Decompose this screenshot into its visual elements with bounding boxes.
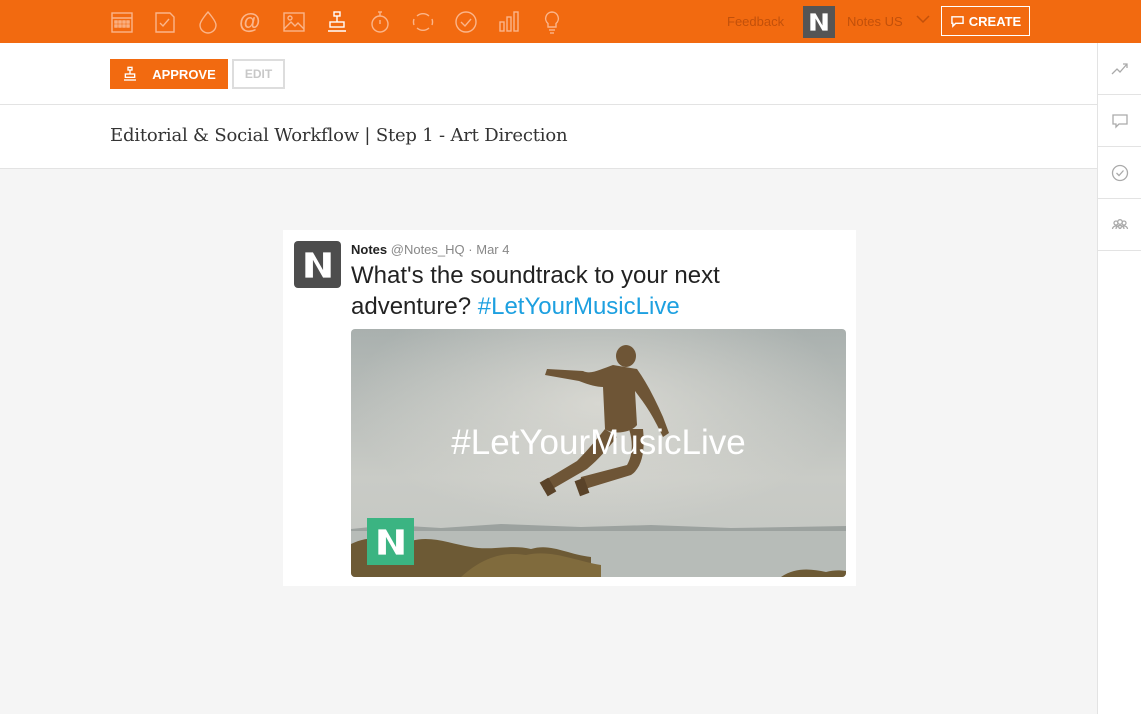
sidebar-item-analytics[interactable]: [1098, 43, 1141, 95]
image-overlay-text: #LetYourMusicLive: [451, 423, 746, 462]
tweet-date: Mar 4: [476, 242, 510, 257]
team-icon: [1111, 218, 1128, 229]
comment-icon: [950, 15, 964, 28]
approve-button[interactable]: APPROVE: [110, 59, 228, 89]
trend-icon: [1111, 62, 1128, 74]
tweet-handle: @Notes_HQ: [390, 242, 465, 257]
comment-icon: [1111, 113, 1128, 129]
checklist-icon[interactable]: [151, 7, 194, 37]
edit-button[interactable]: EDIT: [232, 59, 285, 89]
action-toolbar: APPROVE EDIT: [0, 43, 1097, 105]
tweet-header: Notes @Notes_HQ · Mar 4: [351, 242, 509, 257]
approve-label: APPROVE: [152, 66, 216, 82]
notes-logo-badge: [367, 518, 414, 565]
top-nav-icons: @: [108, 7, 581, 37]
stamp-icon: [124, 66, 137, 81]
stamp-icon[interactable]: [323, 7, 366, 37]
sidebar-item-comments[interactable]: [1098, 95, 1141, 147]
create-button[interactable]: CREATE: [941, 6, 1030, 36]
page-title: Editorial & Social Workflow | Step 1 - A…: [110, 125, 568, 146]
sidebar-item-approvals[interactable]: [1098, 147, 1141, 199]
stopwatch-icon[interactable]: [366, 7, 409, 37]
image-icon[interactable]: [280, 7, 323, 37]
at-icon[interactable]: @: [237, 7, 280, 37]
check-circle-icon[interactable]: [452, 7, 495, 37]
avatar: [294, 241, 341, 288]
right-sidebar: [1097, 43, 1141, 714]
title-bar: Editorial & Social Workflow | Step 1 - A…: [0, 105, 1097, 169]
calendar-icon[interactable]: [108, 7, 151, 37]
tweet-image: #LetYourMusicLive: [351, 329, 846, 577]
bar-chart-icon[interactable]: [495, 7, 538, 37]
account-name[interactable]: Notes US: [847, 14, 903, 29]
tweet-author-name: Notes: [351, 242, 388, 257]
sidebar-item-team[interactable]: [1098, 199, 1141, 251]
cycle-icon[interactable]: [409, 7, 452, 37]
tweet-preview: Notes @Notes_HQ · Mar 4 What's the sound…: [283, 230, 856, 586]
notes-logo-icon: [377, 528, 404, 555]
account-logo[interactable]: [803, 6, 835, 38]
lightbulb-icon[interactable]: [538, 7, 581, 37]
feedback-link[interactable]: Feedback: [727, 14, 784, 29]
top-nav-bar: @ Feedback Notes US CREATE: [0, 0, 1141, 43]
check-circle-icon: [1111, 164, 1128, 181]
notes-logo-icon: [304, 251, 331, 278]
tweet-hashtag[interactable]: #LetYourMusicLive: [478, 293, 680, 320]
tweet-separator: ·: [468, 242, 473, 257]
tweet-text: What's the soundtrack to your next adven…: [351, 260, 831, 322]
create-label: CREATE: [968, 13, 1022, 29]
chevron-down-icon[interactable]: [915, 13, 931, 25]
notes-logo-icon: [810, 13, 828, 31]
drop-icon[interactable]: [194, 7, 237, 37]
